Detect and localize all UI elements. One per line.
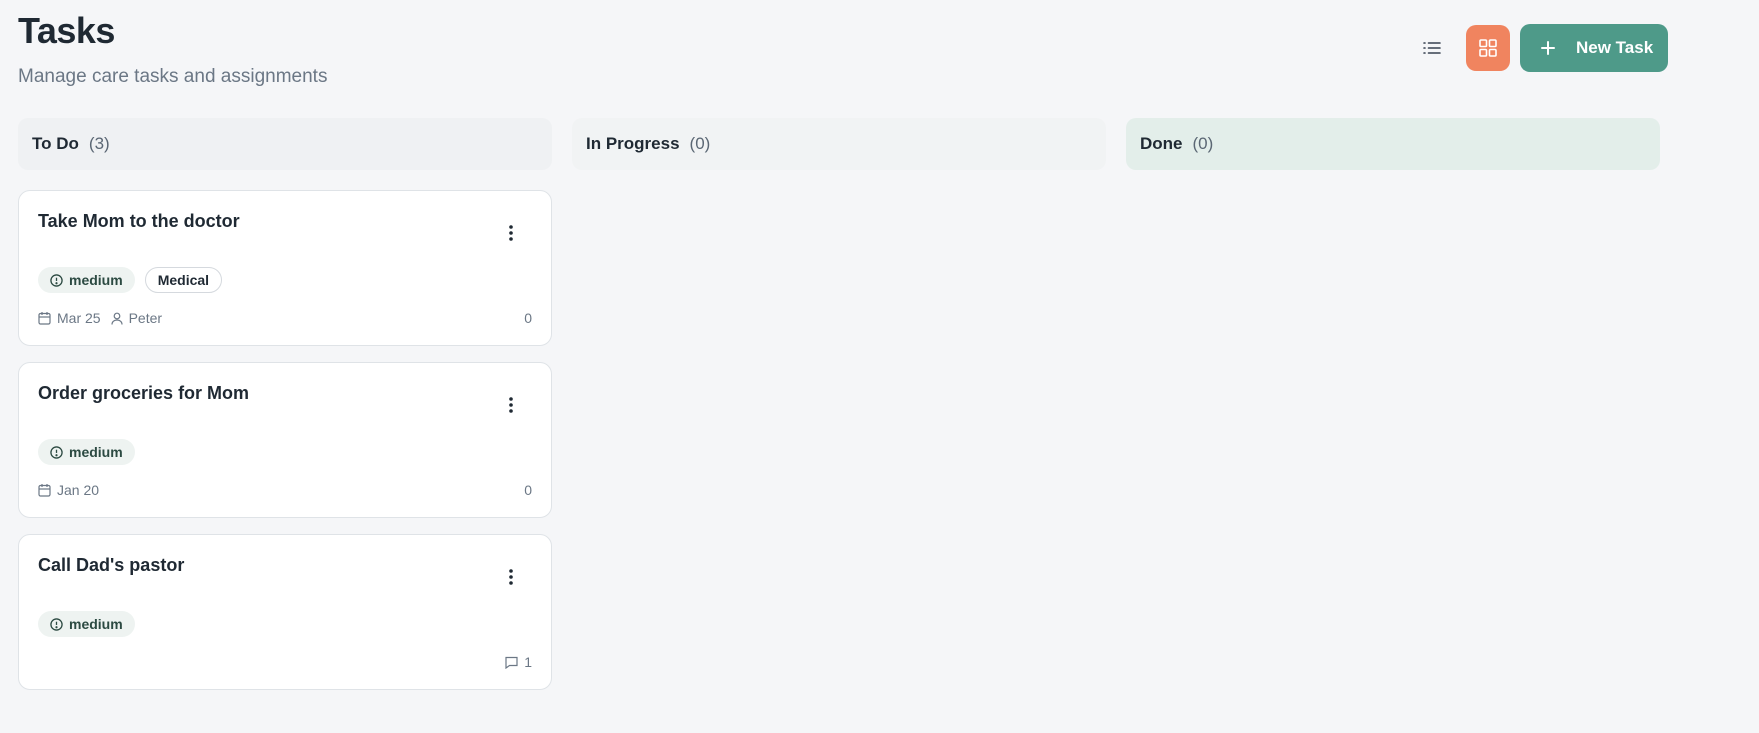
task-meta: Mar 25 Peter [38,310,162,326]
more-options-icon[interactable] [501,221,521,245]
due-date-label: Jan 20 [57,482,100,498]
task-card[interactable]: Take Mom to the doctor medium Medical Ma… [18,190,552,346]
page-subtitle: Manage care tasks and assignments [18,66,328,87]
count-label: 0 [524,310,532,326]
more-options-icon[interactable] [501,393,521,417]
column-in-progress: In Progress (0) [572,118,1106,690]
column-header-done: Done (0) [1126,118,1660,170]
calendar-icon [38,312,51,325]
priority-badge: medium [38,611,135,637]
due-date: Mar 25 [38,310,101,326]
priority-badge: medium [38,267,135,293]
more-options-icon[interactable] [501,565,521,589]
kanban-board: To Do (3) Take Mom to the doctor medium … [18,118,1660,690]
due-date-label: Mar 25 [57,310,101,326]
calendar-icon [38,484,51,497]
priority-badge: medium [38,439,135,465]
task-title: Take Mom to the doctor [38,211,240,231]
assignee: Peter [110,310,163,326]
toolbar: New Task [1410,24,1668,72]
alert-circle-icon [50,445,63,459]
column-header-in-progress: In Progress (0) [572,118,1106,170]
alert-circle-icon [50,617,63,631]
task-tags: medium [38,611,135,637]
column-name: In Progress [586,134,680,153]
list-view-button[interactable] [1410,25,1454,71]
task-title: Call Dad's pastor [38,555,185,575]
category-badge: Medical [144,267,223,293]
column-count: (0) [689,134,711,153]
task-count: 0 [524,482,532,498]
alert-circle-icon [50,273,63,287]
due-date: Jan 20 [38,482,99,498]
task-tags: medium [38,439,135,465]
column-header-todo: To Do (3) [18,118,552,170]
task-tags: medium Medical [38,267,223,293]
count-label: 0 [524,482,532,498]
card-list-todo: Take Mom to the doctor medium Medical Ma… [18,190,552,690]
new-task-label: New Task [1576,38,1654,57]
column-count: (0) [1192,134,1214,153]
grid-view-button[interactable] [1466,25,1510,71]
assignee-label: Peter [128,310,163,326]
priority-label: medium [69,444,123,460]
column-done: Done (0) [1126,118,1660,690]
page-header: Tasks Manage care tasks and assignments [18,8,327,88]
column-count: (3) [88,134,110,153]
priority-label: medium [69,272,123,288]
task-title: Order groceries for Mom [38,383,250,403]
comment-count-label: 1 [524,654,532,670]
task-meta: Jan 20 [38,482,99,498]
column-name: Done [1140,134,1183,153]
list-icon [1423,42,1441,54]
grid-icon [1479,39,1497,57]
comment-count: 1 [505,654,532,670]
task-count: 0 [524,310,532,326]
plus-icon [1520,40,1576,56]
task-card[interactable]: Call Dad's pastor medium 1 [18,534,552,690]
priority-label: medium [69,616,123,632]
comment-icon [505,656,518,669]
task-card[interactable]: Order groceries for Mom medium Jan 20 0 [18,362,552,518]
column-name: To Do [32,134,79,153]
new-task-button[interactable]: New Task [1520,24,1668,72]
column-todo: To Do (3) Take Mom to the doctor medium … [18,118,552,690]
page-title: Tasks [18,10,115,51]
user-icon [110,312,123,325]
